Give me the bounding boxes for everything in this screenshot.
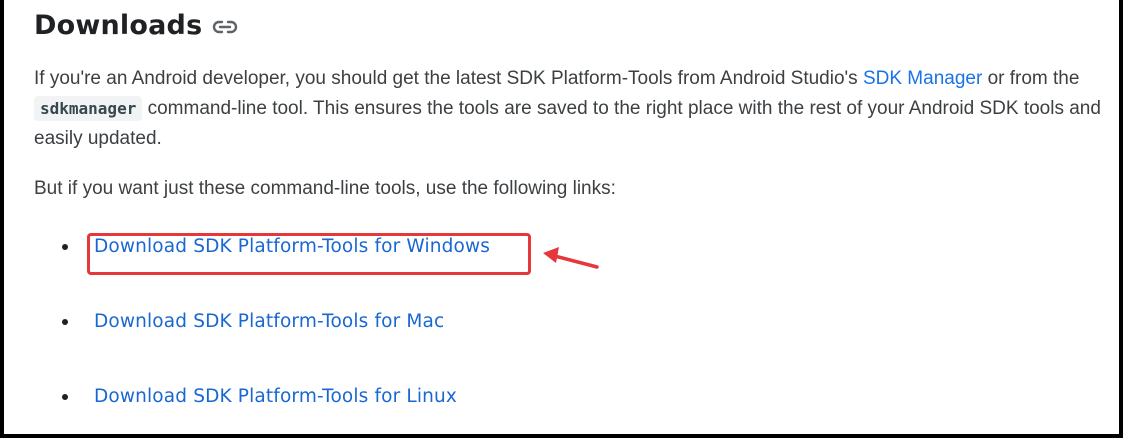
- instruction-paragraph: But if you want just these command-line …: [34, 178, 616, 199]
- bullet: [62, 243, 68, 250]
- screenshot-frame: Downloads If you're an Android developer…: [0, 0, 1123, 438]
- intro-text-2: or from the: [982, 68, 1080, 89]
- link-icon[interactable]: [212, 20, 238, 34]
- sdkmanager-code: sdkmanager: [34, 96, 143, 121]
- list-item: Download SDK Platform-Tools for Linux: [34, 386, 457, 407]
- list-item: Download SDK Platform-Tools for Mac: [34, 311, 444, 332]
- bullet: [62, 318, 68, 325]
- sdk-manager-link[interactable]: SDK Manager: [863, 68, 982, 89]
- page-title: Downloads: [34, 9, 203, 41]
- download-linux-link[interactable]: Download SDK Platform-Tools for Linux: [94, 386, 457, 407]
- intro-text-1: If you're an Android developer, you shou…: [34, 68, 863, 89]
- arrow-left-icon: [543, 247, 599, 269]
- highlight-box: [87, 233, 531, 275]
- intro-text-3: command-line tool. This ensures the tool…: [34, 98, 1101, 149]
- section-heading: Downloads: [34, 6, 238, 44]
- download-mac-link[interactable]: Download SDK Platform-Tools for Mac: [94, 311, 444, 332]
- intro-paragraph: If you're an Android developer, you shou…: [34, 64, 1102, 154]
- bullet: [62, 393, 68, 400]
